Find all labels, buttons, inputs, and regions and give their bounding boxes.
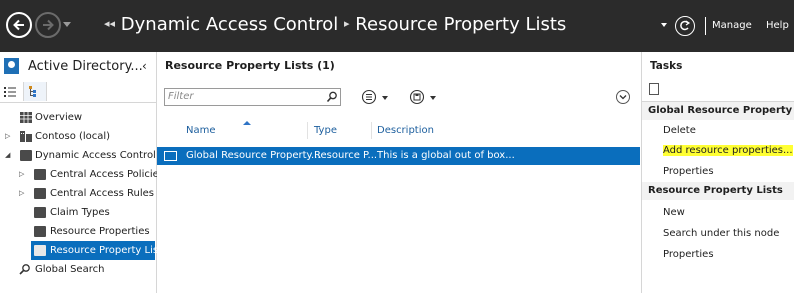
task-properties[interactable]: Properties [663, 249, 714, 260]
tree-label: Global Search [35, 264, 105, 275]
task-add-resource-properties[interactable]: Add resource properties... [663, 145, 793, 156]
search-icon[interactable] [326, 91, 338, 103]
column-divider[interactable] [371, 122, 372, 139]
breadcrumb: ◂◂ Dynamic Access Control ▸ Resource Pro… [104, 14, 566, 35]
tree-item-dynamic-access-control[interactable]: ◢ Dynamic Access Control [0, 146, 156, 165]
tree-view-icon [29, 86, 36, 97]
folder-icon [34, 188, 46, 199]
help-menu[interactable]: Help [766, 20, 789, 31]
cell-description: This is a global out of box... [377, 150, 515, 161]
breadcrumb-back-chevron-icon[interactable]: ◂◂ [104, 17, 115, 30]
search-icon [19, 264, 30, 275]
folder-icon [34, 207, 46, 218]
tree-label: Resource Properties [50, 226, 150, 237]
sort-ascending-icon [243, 121, 251, 125]
table-row[interactable]: Global Resource Property... Resource P..… [157, 147, 640, 165]
expand-arrow-icon[interactable]: ▷ [19, 165, 24, 184]
collapse-arrow-icon[interactable]: ◢ [5, 146, 10, 165]
refresh-icon [680, 20, 691, 31]
save-query-dropdown-icon[interactable] [430, 96, 436, 100]
forward-button[interactable] [35, 12, 61, 38]
filter-input[interactable]: Filter [164, 88, 341, 106]
tree-label: Overview [35, 112, 83, 123]
breadcrumb-dropdown-icon[interactable] [661, 23, 667, 27]
tree-item-resource-properties[interactable]: Resource Properties [0, 222, 156, 241]
back-arrow-icon [13, 19, 24, 31]
view-options-dropdown-icon[interactable] [382, 96, 388, 100]
domain-icon [20, 131, 32, 142]
tasks-section-header[interactable]: Global Resource Property List [642, 102, 794, 120]
task-properties[interactable]: Properties [663, 166, 714, 177]
tree-item-contoso[interactable]: ▷ Contoso (local) [0, 127, 156, 146]
tree-item-central-access-rules[interactable]: ▷ Central Access Rules [0, 184, 156, 203]
tree-item-global-search[interactable]: Global Search [0, 260, 156, 279]
breadcrumb-separator-icon: ▸ [344, 17, 350, 30]
overview-icon [20, 112, 32, 123]
tree-item-resource-property-lists[interactable]: Resource Property Lists [31, 241, 167, 260]
view-options-icon[interactable] [361, 89, 379, 105]
section-label: Resource Property Lists [648, 185, 783, 196]
folder-icon [20, 150, 32, 161]
expand-arrow-icon[interactable]: ▷ [5, 127, 10, 146]
content-pane: Resource Property Lists (1) Filter Name … [157, 52, 640, 293]
chevron-down-icon [619, 95, 627, 100]
forward-arrow-icon [43, 19, 54, 31]
task-search-under-node[interactable]: Search under this node [663, 228, 779, 239]
view-tabs [0, 82, 156, 103]
task-new[interactable]: New [663, 207, 685, 218]
tree-item-overview[interactable]: Overview [0, 108, 156, 127]
task-delete[interactable]: Delete [663, 125, 696, 136]
title-bar: ◂◂ Dynamic Access Control ▸ Resource Pro… [0, 0, 794, 52]
expand-button[interactable] [616, 90, 630, 104]
tasks-title: Tasks [650, 60, 683, 72]
refresh-button[interactable] [675, 16, 695, 36]
tasks-section-header[interactable]: Resource Property Lists [642, 182, 794, 200]
active-directory-icon [4, 58, 19, 74]
navigation-header: Active Directory... ‹ [0, 52, 156, 82]
tree-label: Contoso (local) [35, 131, 111, 142]
tree-label: Dynamic Access Control [35, 150, 156, 161]
folder-icon [34, 245, 46, 256]
tree-label: Central Access Rules [50, 188, 154, 199]
breadcrumb-item-dac[interactable]: Dynamic Access Control [121, 14, 339, 35]
tasks-pane: Tasks Global Resource Property List Dele… [641, 52, 794, 293]
column-header-name[interactable]: Name [186, 125, 216, 136]
tree-label: Central Access Policies [50, 169, 164, 180]
section-label: Global Resource Property List [648, 105, 794, 116]
column-header-description[interactable]: Description [377, 125, 434, 136]
tree-item-central-access-policies[interactable]: ▷ Central Access Policies [0, 165, 164, 184]
manage-menu[interactable]: Manage [712, 20, 752, 31]
cell-name: Global Resource Property... [186, 150, 321, 161]
history-dropdown-icon[interactable] [63, 22, 71, 27]
resource-property-list-icon [164, 151, 177, 161]
tree-label: Claim Types [50, 207, 110, 218]
column-divider[interactable] [307, 122, 308, 139]
back-button[interactable] [6, 12, 32, 38]
cell-type: Resource P... [314, 150, 378, 161]
column-header-type[interactable]: Type [314, 125, 337, 136]
toolbar-separator [705, 17, 706, 35]
navigation-pane: Active Directory... ‹ Overview ▷ Contoso… [0, 52, 167, 293]
folder-icon [34, 169, 46, 180]
collapse-pane-icon[interactable]: ‹ [142, 59, 147, 73]
tree-label: Resource Property Lists [50, 245, 168, 256]
filter-placeholder: Filter [168, 91, 194, 102]
breadcrumb-item-current[interactable]: Resource Property Lists [355, 14, 566, 35]
list-view-icon[interactable] [3, 86, 17, 98]
tree-view-tab[interactable] [23, 82, 47, 101]
folder-icon [34, 226, 46, 237]
save-query-icon[interactable] [409, 89, 427, 105]
tree-item-claim-types[interactable]: Claim Types [0, 203, 156, 222]
navigation-title: Active Directory... [28, 59, 143, 74]
clipboard-icon[interactable] [649, 83, 659, 95]
expand-arrow-icon[interactable]: ▷ [19, 184, 24, 203]
page-title: Resource Property Lists (1) [165, 59, 335, 72]
